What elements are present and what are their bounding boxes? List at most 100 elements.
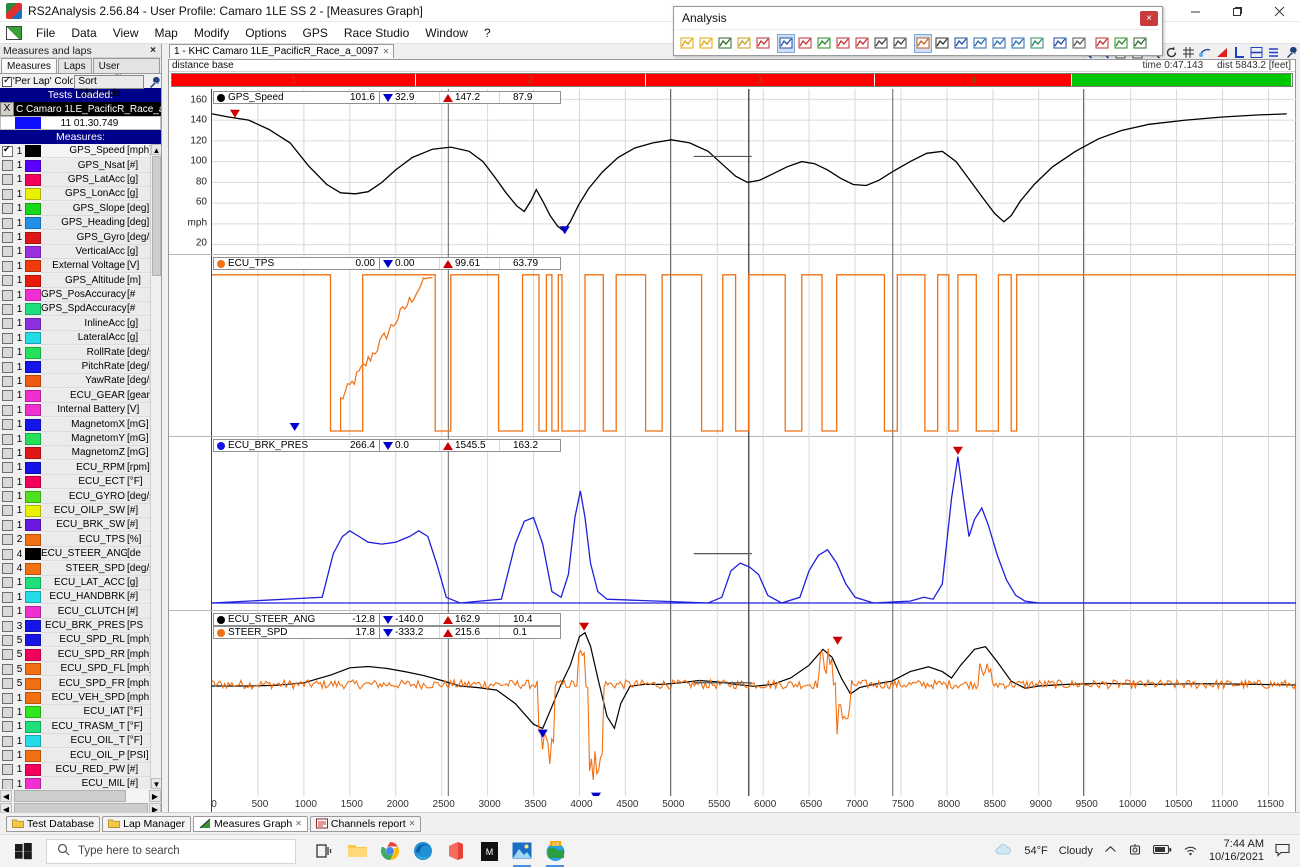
settings-wrench-icon[interactable] bbox=[145, 75, 161, 89]
trace-icon[interactable] bbox=[1112, 34, 1130, 53]
channel-visible-checkbox[interactable] bbox=[2, 361, 13, 373]
channel-visible-checkbox[interactable] bbox=[2, 634, 13, 646]
channel-row[interactable]: 1 MagnetomZ [mG] bbox=[0, 446, 161, 461]
channel-color-swatch[interactable] bbox=[25, 202, 41, 215]
menu-item-map[interactable]: Map bbox=[147, 24, 186, 42]
channel-visible-checkbox[interactable] bbox=[2, 332, 13, 344]
plot-steering[interactable]: ECU_STEER_ANG -12.8 -140.0 162.9 10.4 ST… bbox=[169, 611, 1297, 818]
channel-visible-checkbox[interactable] bbox=[2, 260, 13, 272]
channel-visible-checkbox[interactable] bbox=[2, 144, 13, 157]
channel-visible-checkbox[interactable] bbox=[2, 347, 13, 359]
menu-item-file[interactable]: File bbox=[28, 24, 63, 42]
channel-visible-checkbox[interactable] bbox=[2, 419, 13, 431]
channel-row[interactable]: 1 ECU_IAT [°F] bbox=[0, 705, 161, 720]
channel-visible-checkbox[interactable] bbox=[2, 519, 13, 531]
grid-icon[interactable] bbox=[1180, 45, 1196, 60]
channel-color-swatch[interactable] bbox=[25, 461, 41, 474]
taskbar-search-box[interactable]: Type here to search bbox=[46, 838, 296, 864]
channel-row[interactable]: 1 MagnetomY [mG] bbox=[0, 432, 161, 446]
channel-color-swatch[interactable] bbox=[25, 303, 41, 316]
menu-item-view[interactable]: View bbox=[105, 24, 147, 42]
channel-visible-checkbox[interactable] bbox=[2, 217, 13, 229]
office-icon[interactable] bbox=[444, 839, 468, 863]
plot-canvas-steering[interactable] bbox=[211, 611, 1297, 818]
channel-row[interactable]: 1 GPS_LonAcc [g] bbox=[0, 187, 161, 202]
channel-visible-checkbox[interactable] bbox=[2, 692, 13, 704]
lap-segment[interactable]: 1 bbox=[172, 74, 417, 86]
channel-color-swatch[interactable] bbox=[25, 735, 41, 748]
channel-visible-checkbox[interactable] bbox=[2, 188, 13, 200]
per-lap-color-checkbox[interactable] bbox=[2, 75, 12, 87]
channel-row[interactable]: 4 ECU_STEER_ANG [de bbox=[0, 547, 161, 562]
channel-color-swatch[interactable] bbox=[25, 576, 41, 589]
channel-visible-checkbox[interactable] bbox=[2, 606, 13, 618]
legend-row[interactable]: ECU_BRK_PRES 266.4 0.0 1545.5 163.2 bbox=[213, 439, 561, 452]
report-icon[interactable] bbox=[872, 34, 890, 53]
chevron-up-icon[interactable] bbox=[1104, 845, 1117, 857]
wand-icon[interactable] bbox=[952, 34, 970, 53]
menu-item-help[interactable]: ? bbox=[476, 24, 499, 42]
channel-row[interactable]: 1 RollRate [deg/s] bbox=[0, 345, 161, 360]
channel-row[interactable]: 1 GPS_Nsat [#] bbox=[0, 158, 161, 173]
channel-row[interactable]: 1 ECU_TRASM_T [°F] bbox=[0, 719, 161, 734]
plot-ecu-tps[interactable]: ECU_TPS 0.00 0.00 99.61 63.79 bbox=[169, 255, 1297, 437]
chrome-icon[interactable] bbox=[378, 839, 402, 863]
track-icon[interactable] bbox=[971, 34, 989, 53]
channel-row[interactable]: 1 PitchRate [deg/s] bbox=[0, 360, 161, 375]
wifi-icon[interactable] bbox=[1183, 844, 1198, 859]
channel-visible-checkbox[interactable] bbox=[2, 649, 13, 661]
channel-color-swatch[interactable] bbox=[25, 763, 41, 776]
bottom-tab-measures-graph[interactable]: Measures Graph ✕ bbox=[193, 815, 308, 832]
channel-color-swatch[interactable] bbox=[25, 533, 41, 546]
taskbar-clock[interactable]: 7:44 AM 10/16/2021 bbox=[1209, 838, 1264, 864]
channel-color-swatch[interactable] bbox=[25, 720, 41, 733]
channel-row[interactable]: 1 ECU_ECT [°F] bbox=[0, 475, 161, 490]
plot-canvas-ecu-brk-pres[interactable] bbox=[211, 437, 1296, 611]
channel-list[interactable]: 1GPS_Speed[mph]1GPS_Nsat[#]1GPS_LatAcc[g… bbox=[0, 144, 161, 789]
channel-row[interactable]: 1 ECU_MIL [#] bbox=[0, 777, 161, 789]
split-vertical-icon[interactable] bbox=[1265, 45, 1281, 60]
hscroll-right-icon[interactable]: ▶ bbox=[149, 789, 161, 802]
channel-visible-checkbox[interactable] bbox=[2, 174, 13, 186]
channel-row[interactable]: 1 GPS_SpdAccuracy [# bbox=[0, 302, 161, 317]
scroll-down-icon[interactable]: ▼ bbox=[151, 778, 161, 789]
channel-visible-checkbox[interactable] bbox=[2, 706, 13, 718]
channel-list-scrollbar[interactable]: ▲ ▼ bbox=[150, 144, 161, 789]
legend-row[interactable]: STEER_SPD 17.8 -333.2 215.6 0.1 bbox=[213, 626, 561, 639]
channel-color-swatch[interactable] bbox=[25, 548, 41, 561]
channel-visible-checkbox[interactable] bbox=[2, 721, 13, 733]
maximize-button[interactable] bbox=[1216, 0, 1258, 22]
channel-color-swatch[interactable] bbox=[25, 231, 41, 244]
legend-row[interactable]: ECU_TPS 0.00 0.00 99.61 63.79 bbox=[213, 257, 561, 270]
channel-row[interactable]: 1 ECU_OILP_SW [#] bbox=[0, 503, 161, 518]
bottom-tab-close-icon[interactable]: ✕ bbox=[295, 819, 302, 828]
open-folder-icon[interactable] bbox=[697, 34, 715, 53]
lap-segment[interactable]: 4 bbox=[875, 74, 1073, 86]
settings-wrench-icon-graph[interactable] bbox=[1282, 45, 1298, 60]
channel-visible-checkbox[interactable] bbox=[2, 447, 13, 459]
channel-color-swatch[interactable] bbox=[25, 317, 41, 330]
channel-color-swatch[interactable] bbox=[25, 159, 41, 172]
loaded-test-row[interactable]: X C Camaro 1LE_PacificR_Race_a_00 bbox=[0, 102, 161, 116]
document-tab[interactable]: 1 - KHC Camaro 1LE_PacificR_Race_a_0097 … bbox=[169, 44, 395, 58]
channel-color-swatch[interactable] bbox=[25, 519, 41, 532]
channel-color-swatch[interactable] bbox=[25, 706, 41, 719]
battery-icon[interactable] bbox=[1152, 844, 1172, 858]
bottom-tab-close-icon[interactable]: ✕ bbox=[409, 819, 416, 828]
channel-color-swatch[interactable] bbox=[25, 663, 41, 676]
channel-color-swatch[interactable] bbox=[25, 245, 41, 258]
edge-icon[interactable] bbox=[411, 839, 435, 863]
notifications-icon[interactable] bbox=[1275, 843, 1290, 860]
channel-row[interactable]: 1 ECU_GYRO [deg/s] bbox=[0, 489, 161, 504]
channel-color-swatch[interactable] bbox=[25, 591, 41, 604]
channel-row[interactable]: 1 ECU_OIL_T [°F] bbox=[0, 734, 161, 749]
start-button[interactable] bbox=[0, 835, 46, 867]
channel-row[interactable]: 1 GPS_LatAcc [g] bbox=[0, 172, 161, 187]
channel-row[interactable]: 1 Internal Battery [V] bbox=[0, 403, 161, 418]
analysis-title-bar[interactable]: Analysis × bbox=[674, 7, 1162, 29]
channel-visible-checkbox[interactable] bbox=[2, 390, 13, 402]
channel-row[interactable]: 1 ECU_RPM [rpm] bbox=[0, 460, 161, 475]
channel-row[interactable]: 1 ECU_LAT_ACC [g] bbox=[0, 575, 161, 590]
channel-visible-checkbox[interactable] bbox=[2, 505, 13, 517]
lap-bar[interactable]: 1234 bbox=[171, 73, 1293, 87]
